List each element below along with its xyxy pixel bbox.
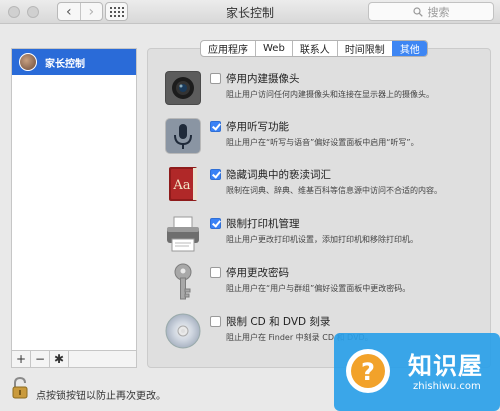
option-row-dictation: 停用听写功能 阻止用户在“听写与语音”偏好设置面板中启用“听写”。: [163, 116, 493, 160]
tab-contacts[interactable]: 联系人: [291, 41, 337, 56]
option-title: 停用内建摄像头: [226, 73, 300, 85]
lock-icon[interactable]: [12, 376, 30, 400]
search-icon: [412, 6, 423, 17]
tab-web[interactable]: Web: [255, 41, 292, 56]
key-icon: [174, 263, 192, 300]
option-title: 停用听写功能: [226, 121, 289, 133]
option-row-printer: 限制打印机管理 阻止用户更改打印机设置，添加打印机和移除打印机。: [163, 213, 493, 257]
user-list: 家长控制: [11, 48, 137, 351]
option-title: 限制打印机管理: [226, 218, 300, 230]
watermark-name: 知识屋: [408, 352, 483, 380]
add-button[interactable]: +: [12, 351, 31, 367]
camera-checkbox[interactable]: [210, 73, 221, 84]
svg-text:Aa: Aa: [172, 178, 190, 193]
option-description: 阻止用户访问任何内建摄像头和连接在显示器上的摄像头。: [226, 90, 434, 99]
tab-bar: 应用程序 Web 联系人 时间限制 其他: [200, 40, 428, 57]
option-title: 停用更改密码: [226, 267, 289, 279]
sidebar-item-label: 家长控制: [45, 58, 85, 70]
option-description: 限制在词典、辞典、维基百科等信息源中访问不合适的内容。: [226, 186, 442, 195]
avatar: [19, 53, 37, 71]
sidebar-toolbar: + − ✱: [11, 351, 137, 368]
option-title: 限制 CD 和 DVD 刻录: [226, 316, 331, 328]
password-checkbox[interactable]: [210, 267, 221, 278]
disc-icon: [165, 313, 201, 349]
tab-time-limits[interactable]: 时间限制: [336, 41, 392, 56]
option-row-dictionary: Aa 隐藏词典中的亵渎词汇 限制在词典、辞典、维基百科等信息源中访问不合适的内容…: [163, 164, 493, 208]
profanity-checkbox[interactable]: [210, 169, 221, 180]
watermark-url: zhishiwu.com: [413, 381, 481, 392]
dictation-checkbox[interactable]: [210, 121, 221, 132]
tab-apps[interactable]: 应用程序: [201, 41, 255, 56]
remove-button[interactable]: −: [31, 351, 50, 367]
option-description: 阻止用户在“听写与语音”偏好设置面板中启用“听写”。: [226, 138, 419, 147]
printer-checkbox[interactable]: [210, 218, 221, 229]
camera-icon: [165, 71, 201, 105]
option-row-password: 停用更改密码 阻止用户在“用户与群组”偏好设置面板中更改密码。: [163, 262, 493, 306]
option-row-camera: 停用内建摄像头 阻止用户访问任何内建摄像头和连接在显示器上的摄像头。: [163, 68, 493, 112]
microphone-icon: [165, 118, 201, 154]
svg-text:?: ?: [361, 358, 375, 386]
search-field[interactable]: 搜索: [368, 2, 494, 21]
lock-status-text: 点按锁按钮以防止再次更改。: [36, 391, 166, 402]
printer-icon: [167, 216, 199, 252]
search-placeholder: 搜索: [427, 5, 450, 19]
title-bar: ‹ › 家长控制 搜索: [0, 0, 500, 24]
option-title: 隐藏词典中的亵渎词汇: [226, 169, 331, 181]
sidebar-item-parental-controls[interactable]: 家长控制: [12, 49, 136, 75]
gear-icon[interactable]: ✱: [50, 351, 69, 367]
option-description: 阻止用户更改打印机设置，添加打印机和移除打印机。: [226, 235, 418, 244]
disc-checkbox[interactable]: [210, 316, 221, 327]
tab-other[interactable]: 其他: [391, 41, 427, 56]
dictionary-icon: Aa: [169, 167, 197, 201]
option-description: 阻止用户在“用户与群组”偏好设置面板中更改密码。: [226, 284, 411, 293]
